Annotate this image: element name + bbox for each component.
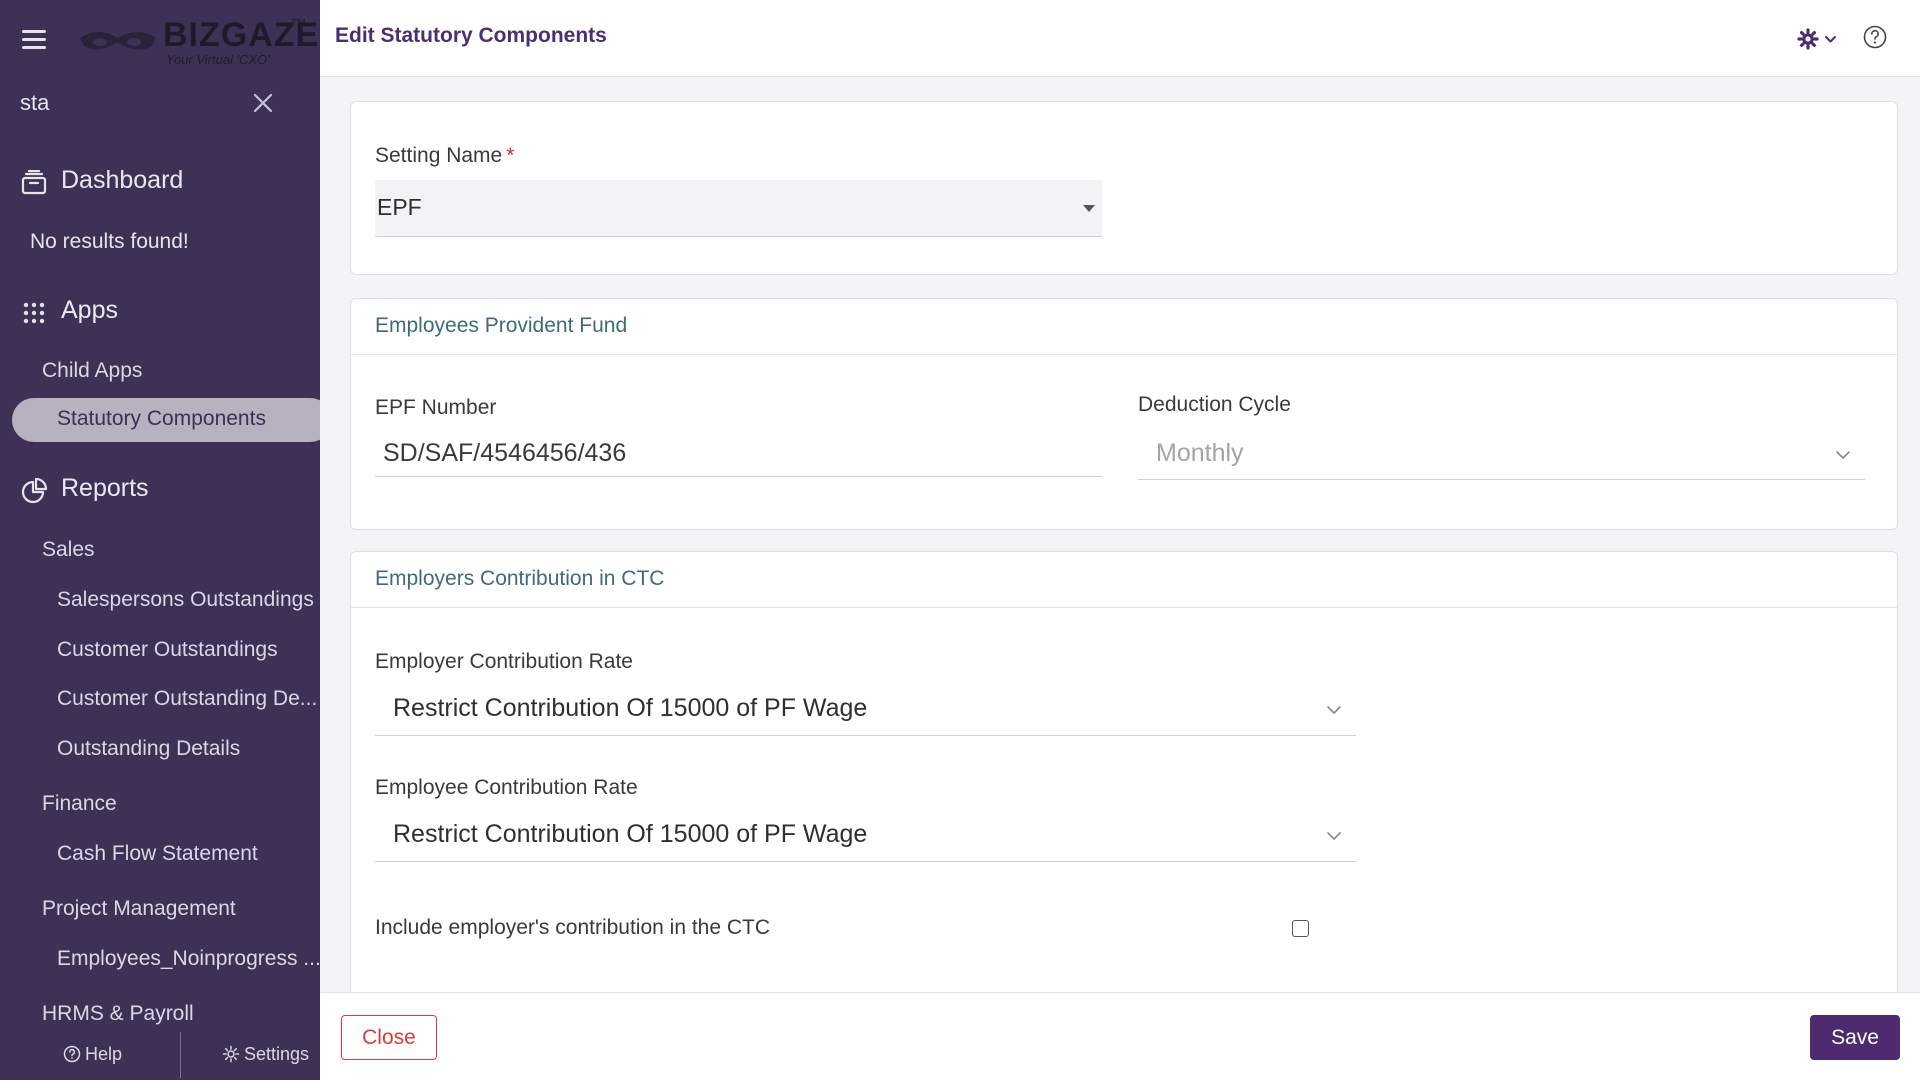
action-bar: Close Save — [320, 992, 1920, 1080]
employer-rate-label: Employer Contribution Rate — [375, 650, 633, 673]
sidebar-item-label: Salespersons Outstandings — [57, 588, 314, 611]
sidebar-search — [0, 82, 320, 126]
main-panel: Edit Statutory Components Setting Name* — [320, 0, 1920, 1080]
chevron-down-icon — [1836, 451, 1850, 459]
reports-pie-icon — [21, 478, 48, 504]
footer-divider — [180, 1032, 181, 1078]
sidebar-group-sales[interactable]: Sales — [0, 532, 320, 570]
chevron-down-icon — [1327, 706, 1341, 714]
page-header: Edit Statutory Components — [320, 0, 1920, 77]
caret-down-icon — [1083, 205, 1095, 212]
sidebar-item-label: Finance — [42, 792, 117, 815]
employee-rate-label: Employee Contribution Rate — [375, 776, 638, 799]
help-label: Help — [85, 1044, 123, 1064]
employer-rate-value: Restrict Contribution Of 15000 of PF Wag… — [393, 694, 868, 722]
sidebar-item-label: Child Apps — [42, 359, 143, 382]
sidebar-item-statutory-components[interactable]: Statutory Components — [12, 398, 320, 442]
no-results-message: No results found! — [30, 230, 189, 253]
setting-name-value: EPF — [377, 194, 422, 220]
epf-card-header: Employees Provident Fund — [351, 299, 1897, 355]
sidebar-topbar: BIZGAZE TM Your Virtual 'CXO' — [0, 0, 320, 80]
include-ctc-checkbox[interactable] — [1292, 920, 1309, 937]
setting-name-label: Setting Name * — [375, 144, 514, 168]
sidebar-group-hrms-payroll[interactable]: HRMS & Payroll — [0, 996, 320, 1034]
sidebar-item-cash-flow-statement[interactable]: Cash Flow Statement — [0, 836, 320, 874]
help-circle-icon[interactable] — [1862, 24, 1888, 50]
dashboard-icon — [21, 170, 47, 195]
epf-number-input[interactable] — [375, 431, 1102, 477]
sidebar-item-child-apps[interactable]: Child Apps — [0, 353, 320, 391]
ctc-section-title: Employers Contribution in CTC — [375, 567, 665, 590]
reports-label: Reports — [61, 474, 149, 502]
hamburger-menu-icon[interactable] — [22, 30, 46, 50]
sidebar-item-label: HRMS & Payroll — [42, 1002, 194, 1025]
ctc-card: Employers Contribution in CTC Employer C… — [350, 551, 1898, 992]
chevron-down-icon — [1327, 832, 1341, 840]
sidebar-item-label: Project Management — [42, 897, 236, 920]
sidebar-item-customer-outstandings[interactable]: Customer Outstandings — [0, 632, 320, 670]
question-circle-icon — [63, 1045, 81, 1063]
deduction-cycle-select[interactable]: Monthly — [1138, 431, 1865, 480]
setting-name-label-text: Setting Name — [375, 144, 503, 167]
sidebar-footer: Help Settings — [0, 1030, 320, 1080]
sidebar-item-label: Customer Outstanding De... — [57, 687, 318, 710]
logo-mask-icon — [80, 32, 156, 50]
deduction-cycle-label: Deduction Cycle — [1138, 393, 1291, 416]
include-ctc-label: Include employer's contribution in the C… — [375, 916, 771, 939]
settings-button[interactable]: Settings — [222, 1044, 309, 1065]
page-title: Edit Statutory Components — [335, 24, 607, 47]
required-mark: * — [506, 144, 515, 167]
brand-logo: BIZGAZE TM Your Virtual 'CXO' — [78, 16, 318, 68]
help-button[interactable]: Help — [63, 1044, 122, 1065]
employee-rate-value: Restrict Contribution Of 15000 of PF Wag… — [393, 820, 868, 848]
sidebar: BIZGAZE TM Your Virtual 'CXO' Dashboard … — [0, 0, 320, 1080]
settings-label: Settings — [244, 1044, 310, 1064]
sidebar-item-salespersons-outstandings[interactable]: Salespersons Outstandings — [0, 582, 320, 620]
dashboard-label: Dashboard — [61, 166, 184, 194]
sidebar-section-apps[interactable]: Apps — [0, 292, 320, 332]
logo-trademark: TM — [291, 18, 306, 29]
apps-label: Apps — [61, 296, 118, 324]
sidebar-item-label: Outstanding Details — [57, 737, 241, 760]
close-button[interactable]: Close — [341, 1015, 437, 1060]
sidebar-item-label: Employees_Noinprogress ... — [57, 947, 320, 970]
sidebar-section-dashboard[interactable]: Dashboard — [0, 162, 320, 202]
save-button[interactable]: Save — [1810, 1015, 1900, 1060]
epf-section-title: Employees Provident Fund — [375, 314, 628, 337]
epf-number-label: EPF Number — [375, 396, 497, 419]
deduction-cycle-value: Monthly — [1156, 439, 1244, 467]
sidebar-item-label: Customer Outstandings — [57, 638, 278, 661]
ctc-card-header: Employers Contribution in CTC — [351, 552, 1897, 608]
sidebar-item-employees-noinprogress[interactable]: Employees_Noinprogress ... — [0, 941, 320, 979]
sidebar-group-finance[interactable]: Finance — [0, 786, 320, 824]
sidebar-item-customer-outstanding-details[interactable]: Customer Outstanding De... — [0, 681, 320, 719]
sidebar-item-label: Cash Flow Statement — [57, 842, 258, 865]
gear-dropdown-icon[interactable] — [1797, 26, 1841, 52]
sidebar-item-outstanding-details[interactable]: Outstanding Details — [0, 731, 320, 769]
employee-rate-select[interactable]: Restrict Contribution Of 15000 of PF Wag… — [375, 812, 1356, 862]
sidebar-item-label: Statutory Components — [57, 407, 266, 430]
close-icon[interactable] — [250, 90, 276, 116]
setting-card: Setting Name * EPF — [350, 101, 1898, 275]
apps-grid-icon — [23, 302, 45, 324]
sidebar-group-project-management[interactable]: Project Management — [0, 891, 320, 929]
setting-name-select[interactable]: EPF — [375, 180, 1102, 237]
employer-rate-select[interactable]: Restrict Contribution Of 15000 of PF Wag… — [375, 686, 1356, 736]
menu-search-input[interactable] — [18, 88, 238, 118]
sidebar-item-label: Sales — [42, 538, 95, 561]
logo-tagline: Your Virtual 'CXO' — [166, 52, 270, 67]
form-content: Setting Name * EPF Employees Provident Fu… — [320, 78, 1920, 992]
gear-icon — [222, 1045, 240, 1063]
epf-card: Employees Provident Fund EPF Number Dedu… — [350, 298, 1898, 530]
sidebar-section-reports[interactable]: Reports — [0, 470, 320, 510]
